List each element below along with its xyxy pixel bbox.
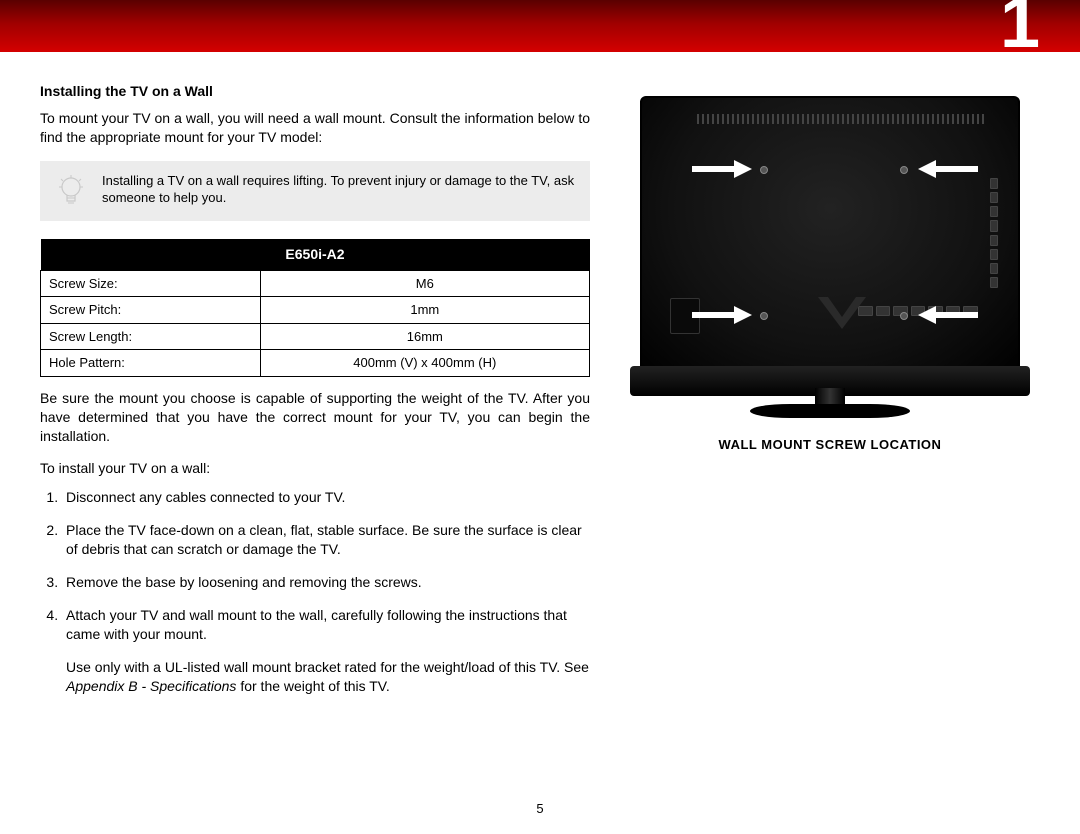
page-content: Installing the TV on a Wall To mount you… <box>0 52 1080 719</box>
table-header: E650i-A2 <box>41 239 590 270</box>
vizio-logo-icon <box>814 293 870 333</box>
spec-value: 1mm <box>260 297 589 324</box>
note-post: for the weight of this TV. <box>236 678 389 694</box>
step-item: Remove the base by loosening and removin… <box>62 573 590 592</box>
specs-table: E650i-A2 Screw Size: M6 Screw Pitch: 1mm… <box>40 239 590 377</box>
tv-back-figure <box>630 88 1030 423</box>
arrow-left-icon <box>918 160 978 178</box>
install-steps: Disconnect any cables connected to your … <box>40 488 590 695</box>
side-ports <box>990 178 998 288</box>
intro-paragraph: To mount your TV on a wall, you will nee… <box>40 109 590 147</box>
step-item: Attach your TV and wall mount to the wal… <box>62 606 590 696</box>
spec-value: M6 <box>260 270 589 297</box>
spec-label: Hole Pattern: <box>41 350 261 377</box>
arrow-right-icon <box>692 160 752 178</box>
mount-screw-hole <box>900 166 908 174</box>
top-vents <box>697 114 987 124</box>
step-text: Attach your TV and wall mount to the wal… <box>66 607 567 642</box>
table-row: Hole Pattern: 400mm (V) x 400mm (H) <box>41 350 590 377</box>
table-row: Screw Pitch: 1mm <box>41 297 590 324</box>
arrow-left-icon <box>918 306 978 324</box>
table-row: Screw Length: 16mm <box>41 323 590 350</box>
spec-label: Screw Size: <box>41 270 261 297</box>
section-title: Installing the TV on a Wall <box>40 82 590 101</box>
tv-back-panel <box>640 96 1020 376</box>
spec-label: Screw Length: <box>41 323 261 350</box>
step-item: Place the TV face-down on a clean, flat,… <box>62 521 590 559</box>
tip-callout: Installing a TV on a wall requires lifti… <box>40 161 590 221</box>
spec-label: Screw Pitch: <box>41 297 261 324</box>
mount-screw-hole <box>900 312 908 320</box>
step-item: Disconnect any cables connected to your … <box>62 488 590 507</box>
table-row: Screw Size: M6 <box>41 270 590 297</box>
page-number: 5 <box>0 801 1080 816</box>
mount-screw-hole <box>760 166 768 174</box>
lightbulb-icon <box>54 173 88 209</box>
right-column: WALL MOUNT SCREW LOCATION <box>620 82 1040 709</box>
spec-value: 400mm (V) x 400mm (H) <box>260 350 589 377</box>
tv-stand-base <box>750 404 910 418</box>
arrow-right-icon <box>692 306 752 324</box>
left-column: Installing the TV on a Wall To mount you… <box>40 82 590 709</box>
spec-value: 16mm <box>260 323 589 350</box>
steps-lead-in: To install your TV on a wall: <box>40 459 590 478</box>
note-pre: Use only with a UL-listed wall mount bra… <box>66 659 589 675</box>
post-table-paragraph: Be sure the mount you choose is capable … <box>40 389 590 446</box>
callout-text: Installing a TV on a wall requires lifti… <box>102 173 576 207</box>
chapter-number: 1 <box>1000 0 1040 64</box>
chapter-header-band: 1 <box>0 0 1080 52</box>
appendix-reference: Appendix B - Specifications <box>66 678 236 694</box>
step-extra-note: Use only with a UL-listed wall mount bra… <box>66 658 590 696</box>
figure-caption: WALL MOUNT SCREW LOCATION <box>719 437 942 452</box>
mount-screw-hole <box>760 312 768 320</box>
